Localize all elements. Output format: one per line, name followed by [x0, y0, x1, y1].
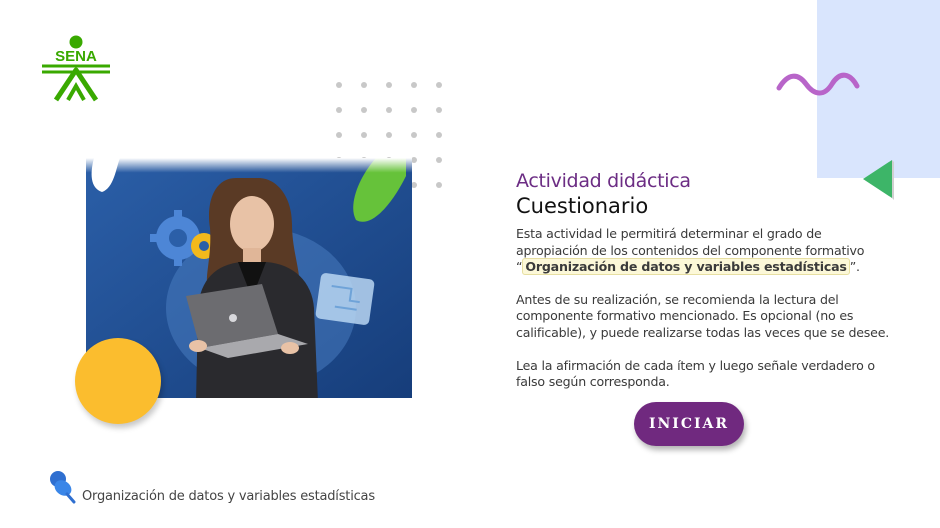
- description-paragraph: Esta actividad le permitirá determinar e…: [516, 226, 896, 276]
- sena-logo: SENA: [42, 35, 110, 102]
- activity-content: Actividad didáctica Cuestionario Esta ac…: [516, 170, 896, 407]
- instructions-paragraph: Lea la afirmación de cada ítem y luego s…: [516, 357, 875, 390]
- pushpin-icon: [50, 471, 76, 504]
- purple-wave-decoration: [776, 72, 860, 96]
- course-name-highlight: Organización de datos y variables estadí…: [522, 258, 850, 276]
- page-title: Cuestionario: [516, 194, 649, 218]
- start-button[interactable]: INICIAR: [634, 402, 744, 446]
- yellow-circle-decoration: [75, 338, 161, 424]
- svg-text:SENA: SENA: [55, 48, 97, 65]
- footer-course-name: Organización de datos y variables estadí…: [82, 489, 375, 504]
- activity-subtitle: Actividad didáctica: [516, 170, 691, 192]
- description-text-end: ”.: [849, 259, 860, 275]
- recommendation-paragraph: Antes de su realización, se recomienda l…: [516, 291, 890, 340]
